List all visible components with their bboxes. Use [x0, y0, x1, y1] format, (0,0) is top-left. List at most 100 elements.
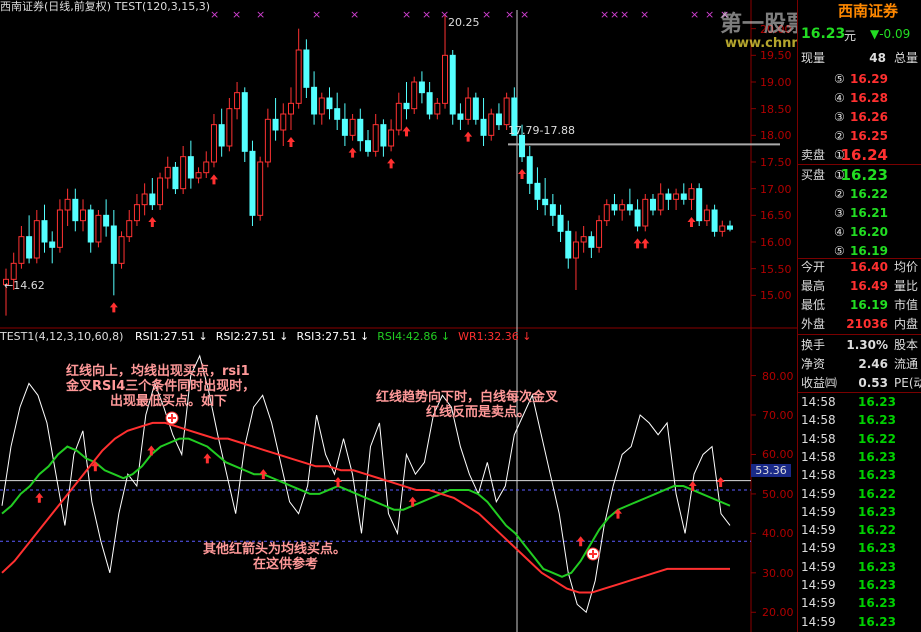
candle: [411, 76, 418, 114]
annotation-3: 其他红箭头为均线买点。 在这供参考: [203, 542, 346, 572]
candle: [218, 108, 225, 157]
indicator-tick-label: 80.00: [762, 369, 794, 383]
candle-body: [465, 97, 472, 120]
candle-body: [172, 166, 179, 190]
high-price-label: 20.25: [448, 16, 480, 29]
signal-x-marker: ×: [705, 8, 715, 21]
tick-row: 14:59 16.23: [801, 596, 896, 611]
broker-label: 西南证券: [838, 2, 899, 20]
candle-body: [580, 236, 587, 243]
candle-body: [241, 92, 248, 152]
candle: [703, 204, 710, 226]
buy-arrow-icon: [348, 147, 357, 158]
candle-body: [565, 230, 572, 259]
candle: [696, 183, 703, 226]
candle-body: [457, 113, 464, 120]
buy-level-row: 16.22 ②: [834, 187, 888, 201]
tick-row: 14:59 16.23: [801, 614, 896, 629]
divider: [798, 392, 921, 393]
annotation-1-line-3: 出现最低买点。如下: [110, 394, 228, 409]
buy-arrow-icon: [109, 302, 118, 313]
tick-row: 14:58 16.23: [801, 395, 896, 409]
candle-body: [403, 102, 410, 110]
candle: [580, 226, 587, 253]
candle: [588, 231, 595, 258]
candle-body: [118, 236, 125, 264]
candle: [187, 140, 194, 189]
sell-level-row: 卖盘 16.24 ①: [801, 146, 888, 164]
candle: [280, 103, 287, 146]
candle-body: [303, 49, 310, 88]
candle: [488, 108, 495, 141]
candle-body: [49, 241, 56, 248]
candle: [33, 210, 40, 264]
indicator-name: TEST1(4,12,3,10,60,8): [0, 330, 124, 343]
candle-body: [703, 209, 710, 222]
signal-x-marker: ×: [690, 8, 700, 21]
buy-arrow-icon: [687, 217, 696, 227]
indicator-arrow-icon: [259, 469, 268, 480]
stat-row: 收益㈣0.53PE(动: [801, 376, 921, 390]
buy-arrow-icon: [286, 137, 295, 147]
price-tick-label: 19.50: [760, 49, 792, 63]
candle-body: [526, 156, 533, 184]
candle-body: [295, 49, 302, 104]
candle-body: [72, 198, 79, 222]
candle-body: [696, 188, 703, 222]
signal-x-marker: ×: [600, 8, 610, 21]
candle: [103, 199, 110, 237]
price-tick-label: 16.00: [760, 236, 792, 249]
candle: [495, 103, 502, 130]
indicator-legend-item: RSI4:42.86 ↓: [377, 330, 451, 343]
candle-body: [26, 236, 33, 259]
buy-level-row: 16.21 ③: [834, 206, 888, 220]
signal-x-marker: ×: [402, 8, 412, 21]
chart-title: 西南证券(日线,前复权) TEST(120,3,15,3): [0, 0, 211, 13]
candle-body: [287, 102, 294, 115]
candle: [711, 204, 718, 237]
buy-level-row: 16.20 ④: [834, 225, 888, 239]
candle-body: [711, 209, 718, 232]
signal-x-marker: ×: [422, 8, 432, 21]
indicator-arrow-icon: [35, 492, 44, 503]
candle-body: [495, 113, 502, 126]
candle-body: [626, 204, 633, 211]
candle: [557, 204, 564, 242]
signal-x-marker: ×: [312, 8, 322, 21]
candle-body: [87, 209, 94, 243]
indicator-tick-label: 30.00: [762, 566, 794, 580]
indicator-tick-label: 40.00: [762, 527, 794, 541]
buy-arrow-icon: [633, 238, 642, 249]
price-tick-label: 15.50: [760, 262, 792, 276]
candle: [41, 204, 48, 253]
tick-row: 14:58 16.23: [801, 413, 896, 428]
candle: [172, 162, 179, 194]
candle: [180, 146, 187, 194]
candle-body: [80, 209, 87, 222]
candle: [619, 199, 626, 221]
candle-body: [349, 118, 356, 136]
candle-body: [680, 193, 687, 200]
candle: [203, 151, 210, 178]
candle-body: [503, 97, 510, 126]
candle: [565, 220, 572, 269]
price-tick-label: 16.50: [760, 209, 792, 223]
candle: [72, 188, 79, 232]
candle: [110, 210, 117, 296]
buy-arrow-icon: [148, 217, 157, 227]
candle-body: [41, 220, 48, 243]
stat-row: 最高 16.49 量比: [801, 279, 919, 293]
candle-body: [372, 124, 379, 152]
crosshair-price-label: 17.79-17.88: [508, 124, 575, 137]
buy-arrow-icon: [209, 174, 218, 185]
candle: [388, 119, 395, 152]
indicator-arrow-icon: [576, 536, 585, 547]
candle: [264, 108, 271, 168]
divider: [798, 164, 921, 165]
candle-body: [180, 156, 187, 190]
candle: [164, 156, 171, 189]
candle: [680, 183, 687, 205]
buy-arrow-icon: [387, 158, 396, 169]
candle: [249, 140, 256, 226]
candle: [526, 146, 533, 194]
